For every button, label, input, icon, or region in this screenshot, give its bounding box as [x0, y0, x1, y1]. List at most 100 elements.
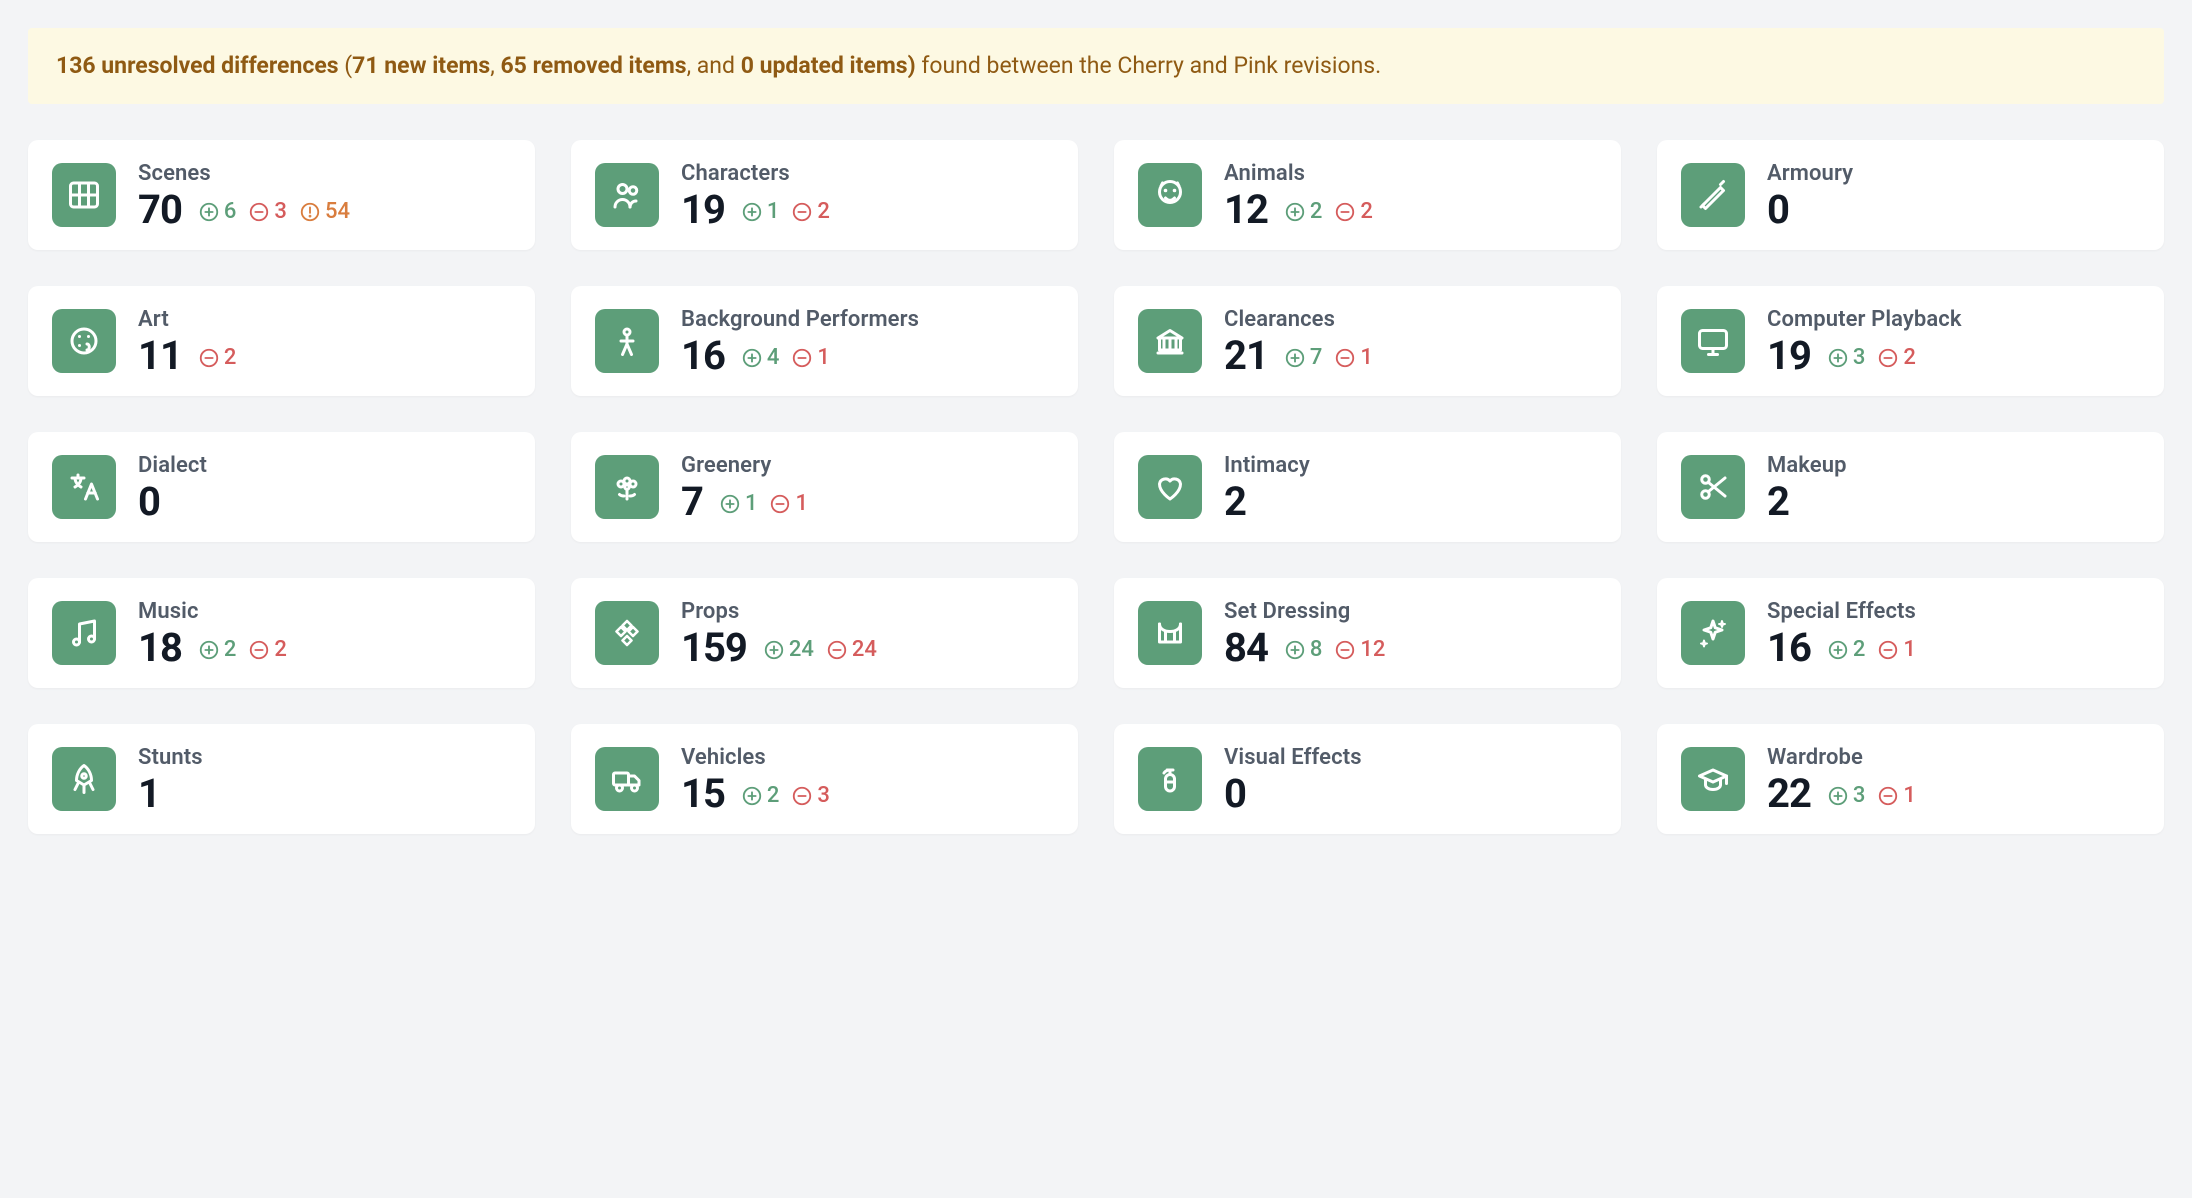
banner-updated: 0 updated items [741, 52, 908, 79]
added-count: 2 [741, 783, 780, 808]
stage-icon [1138, 601, 1202, 665]
category-card-art[interactable]: Art 11 2 [28, 286, 535, 396]
category-count: 22 [1767, 774, 1811, 814]
added-count: 2 [1827, 637, 1866, 662]
category-card-makeup[interactable]: Makeup2 [1657, 432, 2164, 542]
translate-icon [52, 455, 116, 519]
category-title: Background Performers [681, 307, 1054, 332]
category-title: Animals [1224, 161, 1597, 186]
diff-banner: 136 unresolved differences (71 new items… [28, 28, 2164, 104]
category-title: Dialect [138, 453, 511, 478]
category-title: Characters [681, 161, 1054, 186]
category-title: Visual Effects [1224, 745, 1597, 770]
category-count: 16 [1767, 628, 1811, 668]
category-title: Music [138, 599, 511, 624]
monitor-icon [1681, 309, 1745, 373]
category-count: 16 [681, 336, 725, 376]
category-title: Clearances [1224, 307, 1597, 332]
removed-count: 1 [1877, 637, 1916, 662]
category-count: 12 [1224, 190, 1268, 230]
category-title: Stunts [138, 745, 511, 770]
added-count: 24 [763, 637, 814, 662]
added-count: 4 [741, 345, 780, 370]
category-title: Art [138, 307, 511, 332]
palette-icon [52, 309, 116, 373]
removed-count: 2 [1877, 345, 1916, 370]
extinguisher-icon [1138, 747, 1202, 811]
removed-count: 3 [248, 199, 287, 224]
category-card-music[interactable]: Music 18 22 [28, 578, 535, 688]
paw-icon [1138, 163, 1202, 227]
category-count: 11 [138, 336, 182, 376]
category-count: 0 [138, 482, 160, 522]
banner-removed: 65 removed items [500, 52, 686, 79]
sparkle-icon [1681, 601, 1745, 665]
removed-count: 1 [1334, 345, 1373, 370]
added-count: 6 [198, 199, 237, 224]
added-count: 3 [1827, 345, 1866, 370]
rocket-icon [52, 747, 116, 811]
category-title: Special Effects [1767, 599, 2140, 624]
removed-count: 3 [791, 783, 830, 808]
banner-suffix: found between the Cherry and Pink revisi… [921, 52, 1381, 79]
added-count: 1 [741, 199, 780, 224]
category-card-props[interactable]: Props1592424 [571, 578, 1078, 688]
category-count: 21 [1224, 336, 1268, 376]
category-card-armoury[interactable]: Armoury0 [1657, 140, 2164, 250]
category-card-wardrobe[interactable]: Wardrobe 22 31 [1657, 724, 2164, 834]
person-icon [595, 309, 659, 373]
scissors-icon [1681, 455, 1745, 519]
category-title: Greenery [681, 453, 1054, 478]
category-title: Intimacy [1224, 453, 1597, 478]
removed-count: 2 [791, 199, 830, 224]
truck-icon [595, 747, 659, 811]
added-count: 2 [198, 637, 237, 662]
category-card-clearances[interactable]: Clearances2171 [1114, 286, 1621, 396]
category-count: 7 [681, 482, 703, 522]
film-icon [52, 163, 116, 227]
added-count: 2 [1284, 199, 1323, 224]
removed-count: 1 [1877, 783, 1916, 808]
category-card-stunts[interactable]: Stunts1 [28, 724, 535, 834]
category-card-vfx[interactable]: Visual Effects0 [1114, 724, 1621, 834]
diamond-icon [595, 601, 659, 665]
category-title: Armoury [1767, 161, 2140, 186]
removed-count: 12 [1334, 637, 1385, 662]
category-card-intimacy[interactable]: Intimacy 2 [1114, 432, 1621, 542]
category-card-characters[interactable]: Characters1912 [571, 140, 1078, 250]
category-count: 2 [1767, 482, 1789, 522]
category-title: Scenes [138, 161, 511, 186]
removed-count: 2 [198, 345, 237, 370]
removed-count: 2 [248, 637, 287, 662]
category-card-dialect[interactable]: Dialect 0 [28, 432, 535, 542]
removed-count: 24 [826, 637, 877, 662]
music-icon [52, 601, 116, 665]
category-card-scenes[interactable]: Scenes706354 [28, 140, 535, 250]
category-card-animals[interactable]: Animals 12 22 [1114, 140, 1621, 250]
banner-unresolved: 136 unresolved differences [56, 52, 339, 79]
category-card-bg-perf[interactable]: Background Performers1641 [571, 286, 1078, 396]
category-card-greenery[interactable]: Greenery711 [571, 432, 1078, 542]
category-title: Vehicles [681, 745, 1054, 770]
added-count: 1 [719, 491, 758, 516]
category-title: Wardrobe [1767, 745, 2140, 770]
category-card-sfx[interactable]: Special Effects 16 21 [1657, 578, 2164, 688]
flower-icon [595, 455, 659, 519]
category-count: 18 [138, 628, 182, 668]
category-title: Computer Playback [1767, 307, 2140, 332]
category-count: 19 [1767, 336, 1811, 376]
added-count: 8 [1284, 637, 1323, 662]
category-count: 2 [1224, 482, 1246, 522]
added-count: 3 [1827, 783, 1866, 808]
removed-count: 2 [1334, 199, 1373, 224]
sword-icon [1681, 163, 1745, 227]
category-card-set-dress[interactable]: Set Dressing84812 [1114, 578, 1621, 688]
banner-new: 71 new items [352, 52, 490, 79]
category-count: 15 [681, 774, 725, 814]
users-icon [595, 163, 659, 227]
category-card-computer[interactable]: Computer Playback 19 32 [1657, 286, 2164, 396]
heart-icon [1138, 455, 1202, 519]
category-card-vehicles[interactable]: Vehicles 15 23 [571, 724, 1078, 834]
grad-icon [1681, 747, 1745, 811]
bank-icon [1138, 309, 1202, 373]
